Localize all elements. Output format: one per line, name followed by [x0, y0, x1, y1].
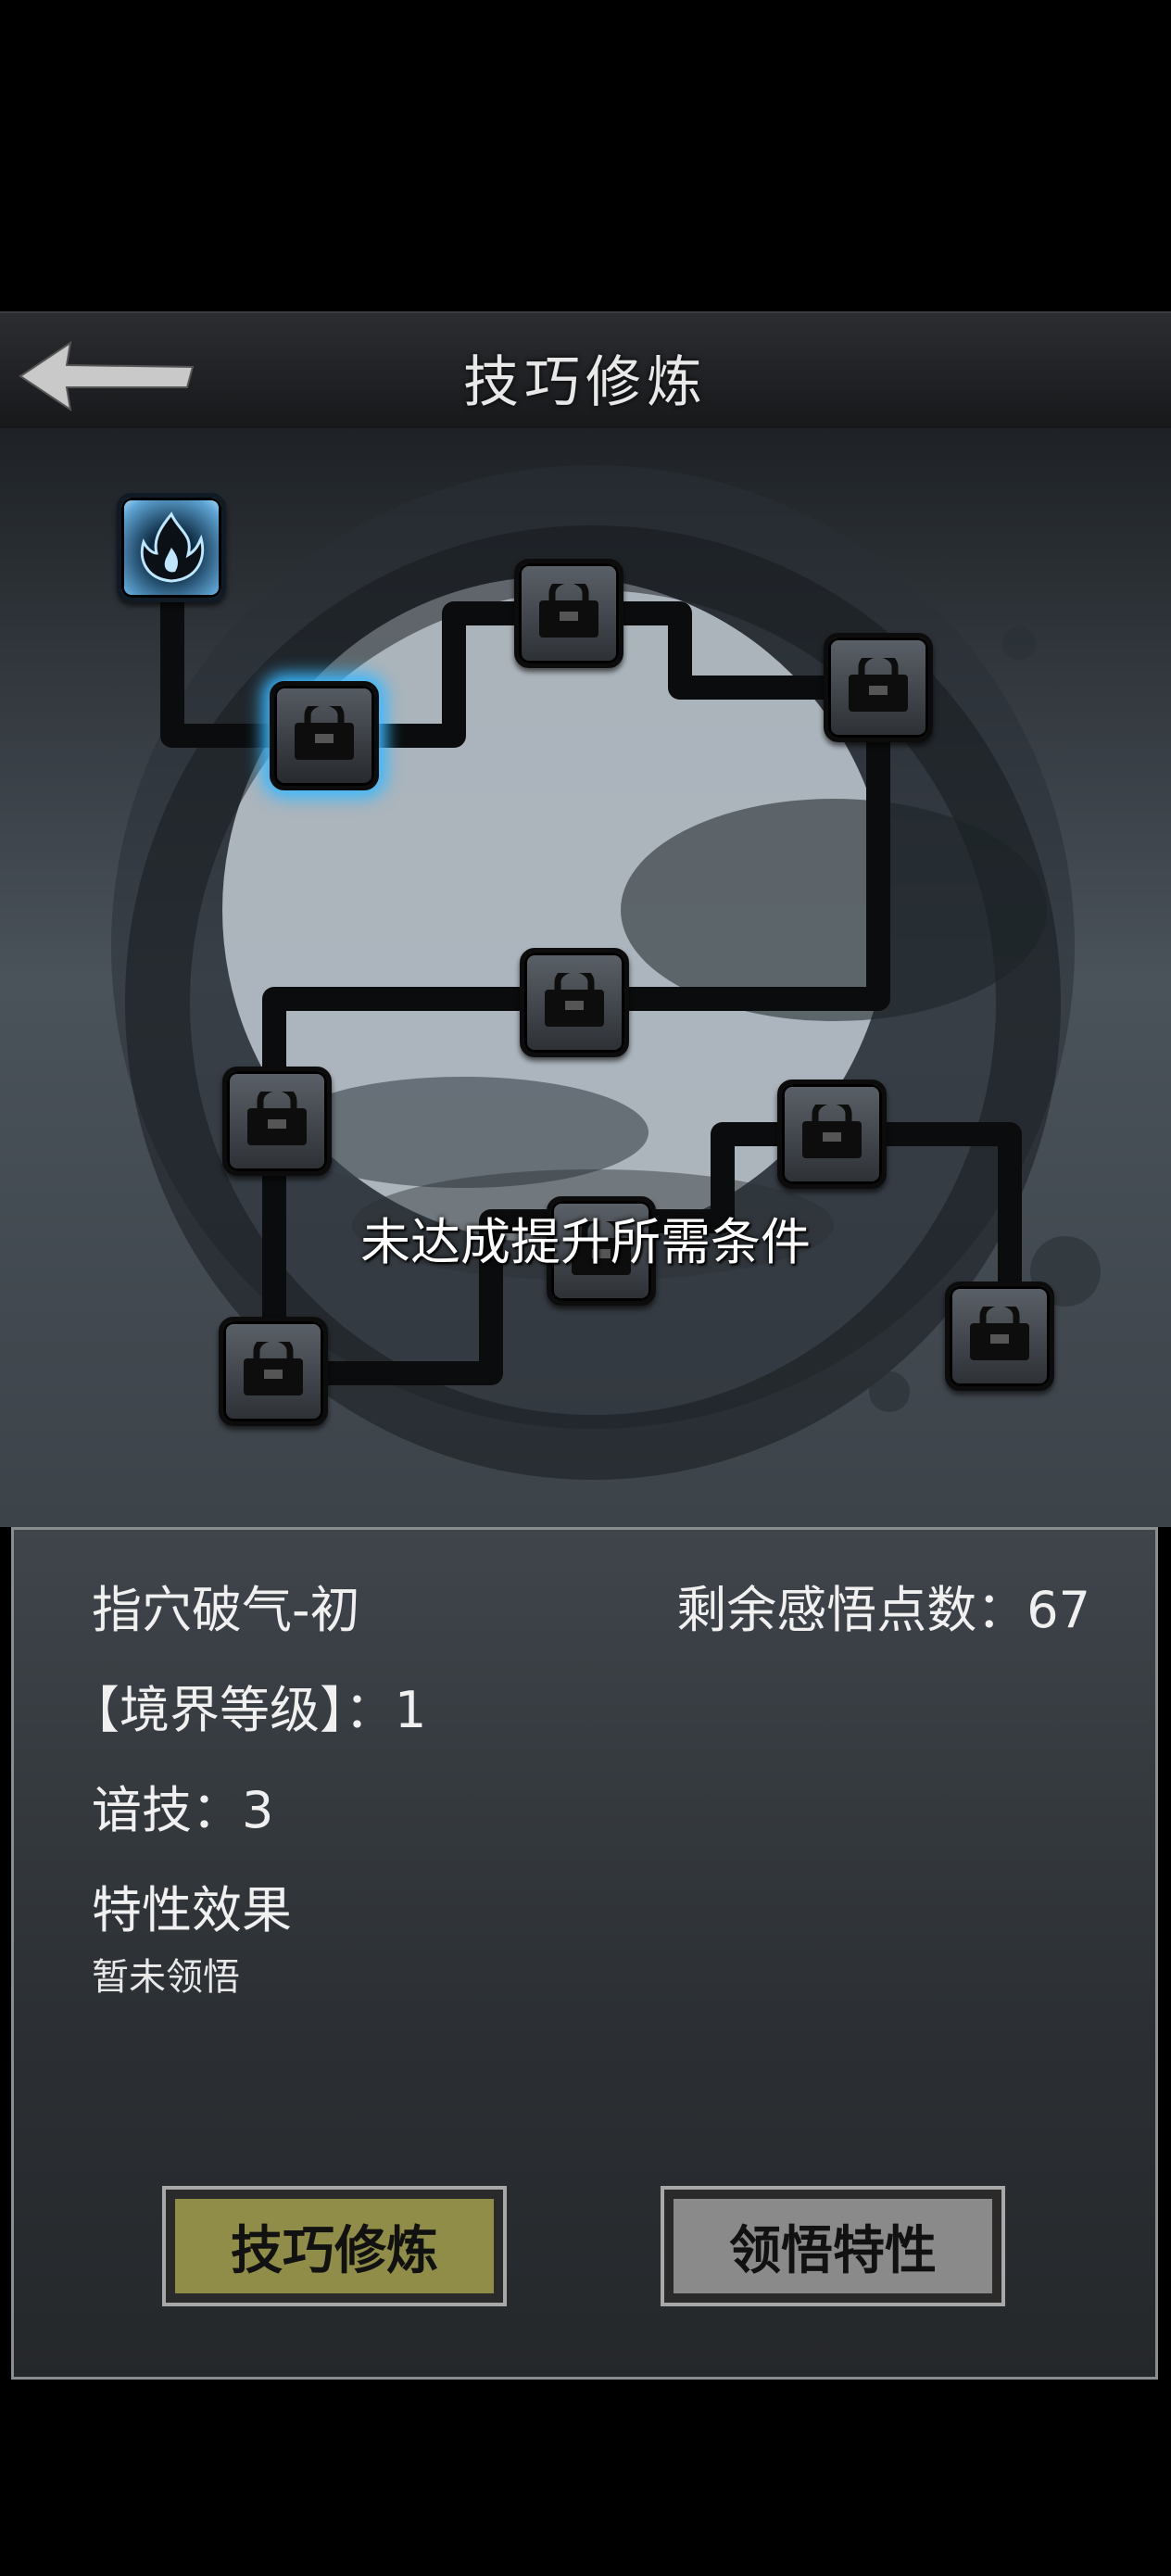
skill-node-2[interactable]: [514, 559, 623, 668]
train-skill-button[interactable]: 技巧修炼: [162, 2186, 507, 2306]
lock-icon: [244, 1342, 303, 1395]
page-title: 技巧修炼: [463, 350, 708, 415]
lock-icon: [247, 1092, 307, 1145]
lock-icon: [545, 973, 604, 1027]
lock-icon: [970, 1307, 1029, 1360]
lock-icon: [802, 1105, 862, 1158]
skill-node-7[interactable]: [777, 1080, 887, 1189]
lock-icon: [849, 658, 908, 712]
header-bar: 技巧修炼: [0, 311, 1171, 434]
skill-node-3[interactable]: [824, 633, 933, 742]
toast-message: 未达成提升所需条件: [360, 1213, 811, 1271]
bottom-bar: [0, 2394, 1171, 2576]
skill-node-root[interactable]: [117, 493, 226, 602]
skill-node-5[interactable]: [222, 1067, 332, 1176]
skill-node-9[interactable]: [945, 1282, 1054, 1391]
skill-name: 指穴破气-初: [92, 1581, 360, 1639]
skill-node-1[interactable]: [270, 681, 379, 790]
skill-node-4[interactable]: [520, 948, 629, 1057]
effect-text: 暂未领悟: [92, 1956, 240, 1999]
lock-icon: [295, 706, 354, 760]
train-skill-label: 技巧修炼: [175, 2199, 494, 2293]
comprehend-trait-button[interactable]: 领悟特性: [661, 2186, 1005, 2306]
skill-node-8[interactable]: [219, 1317, 328, 1426]
flame-icon: [140, 511, 205, 583]
remaining-points: 剩余感悟点数：67: [676, 1581, 1090, 1639]
skill-info-panel: 指穴破气-初 剩余感悟点数：67 【境界等级】：1 谙技：3 特性效果 暂未领悟…: [11, 1527, 1158, 2380]
skill-tree-map: 未达成提升所需条件: [0, 428, 1171, 1527]
skill-stat: 谙技：3: [92, 1781, 274, 1839]
realm-level: 【境界等级】：1: [69, 1681, 427, 1739]
effect-title: 特性效果: [92, 1881, 292, 1939]
comprehend-trait-label: 领悟特性: [674, 2199, 992, 2293]
lock-icon: [539, 584, 598, 638]
